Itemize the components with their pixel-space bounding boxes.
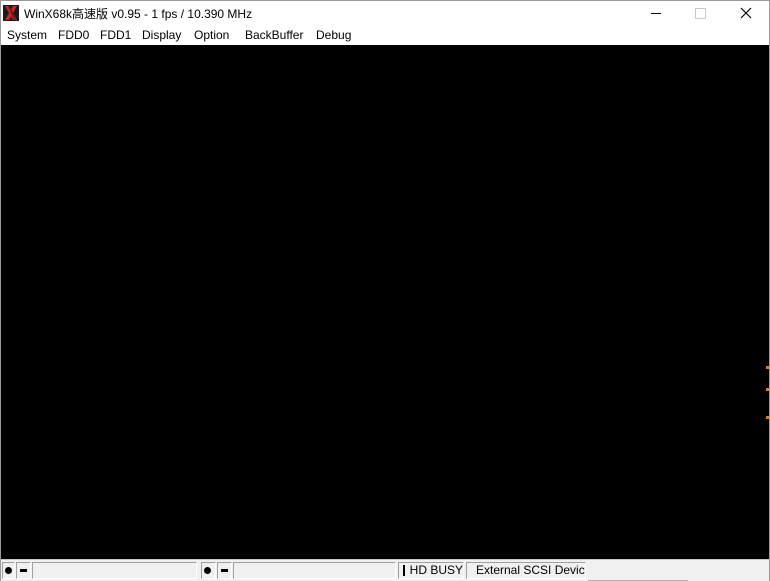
hd-busy-indicator: HD BUSY	[398, 562, 464, 579]
x68k-app-icon[interactable]	[3, 5, 19, 21]
title-bar[interactable]: WinX68k高速版 v0.95 - 1 fps / 10.390 MHz	[1, 1, 769, 25]
background-window-edge	[766, 366, 769, 426]
menu-display[interactable]: Display	[142, 28, 181, 42]
close-button[interactable]	[723, 1, 768, 25]
fdd1-access-led	[201, 562, 216, 579]
status-bar: HD BUSY External SCSI Device	[1, 559, 769, 581]
led-dot-icon	[204, 567, 211, 574]
menu-bar: System FDD0 FDD1 Display Option BackBuff…	[1, 25, 769, 45]
scsi-device-label: External SCSI Device	[476, 563, 586, 577]
hd-led-icon	[403, 565, 405, 576]
fdd1-eject-indicator	[217, 562, 232, 579]
fdd0-disk-name[interactable]	[32, 562, 197, 579]
minimize-icon	[650, 12, 661, 14]
menu-fdd1[interactable]: FDD1	[100, 28, 131, 42]
menu-fdd0[interactable]: FDD0	[58, 28, 89, 42]
fdd0-access-led	[2, 562, 15, 579]
minimize-button[interactable]	[633, 1, 678, 25]
window-title: WinX68k高速版 v0.95 - 1 fps / 10.390 MHz	[24, 7, 253, 21]
menu-backbuffer[interactable]: BackBuffer	[245, 28, 303, 42]
dash-icon	[221, 569, 228, 572]
dash-icon	[20, 569, 27, 572]
scsi-device-indicator: External SCSI Device	[466, 562, 586, 579]
menu-debug[interactable]: Debug	[316, 28, 351, 42]
menu-option[interactable]: Option	[194, 28, 229, 42]
fdd0-eject-indicator	[16, 562, 31, 579]
led-dot-icon	[5, 567, 12, 574]
close-icon	[740, 7, 751, 19]
menu-system[interactable]: System	[7, 28, 47, 42]
maximize-icon	[695, 7, 706, 19]
hd-busy-label: HD BUSY	[409, 563, 463, 577]
emulator-screen[interactable]	[1, 45, 769, 559]
maximize-button[interactable]	[678, 1, 723, 25]
emulator-window: WinX68k高速版 v0.95 - 1 fps / 10.390 MHz Sy…	[0, 0, 770, 581]
fdd1-disk-name[interactable]	[233, 562, 396, 579]
